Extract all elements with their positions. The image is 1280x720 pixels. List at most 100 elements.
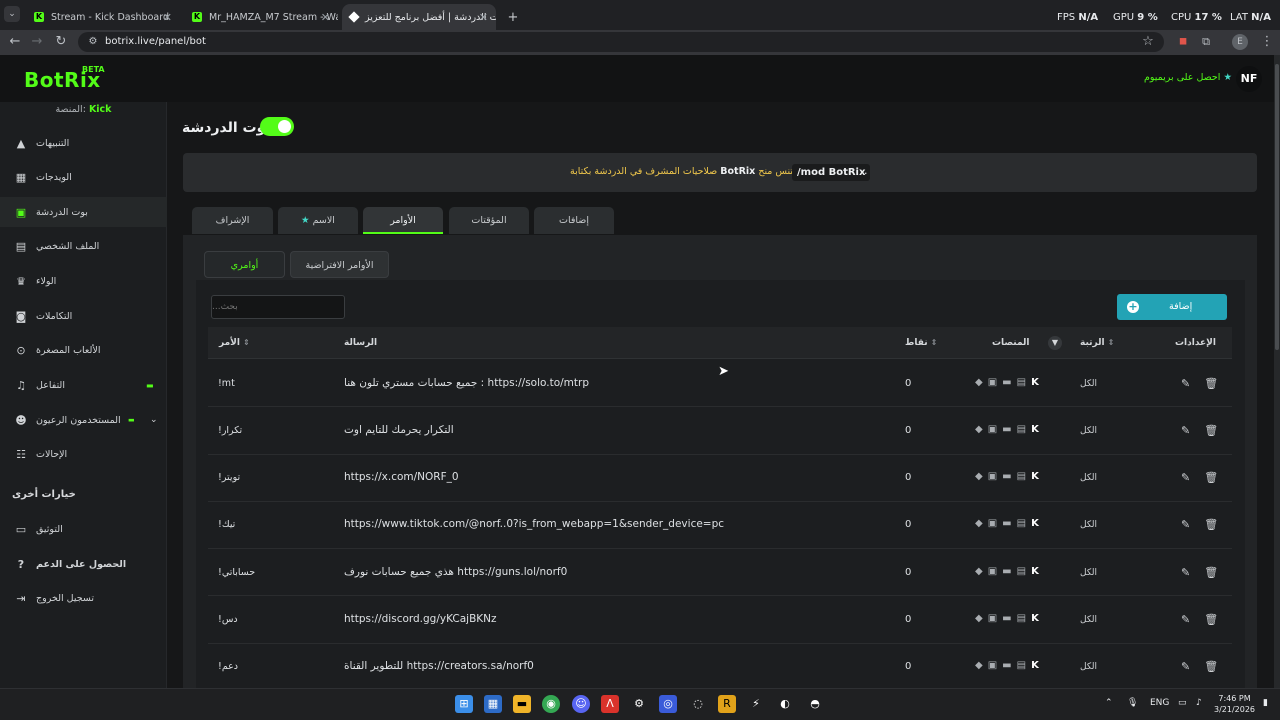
edit-icon[interactable]: ✎: [1181, 377, 1204, 390]
tab-botrix-active[interactable]: بوت الدردشة | أفضل برنامج للتعزيز ✕: [342, 4, 496, 30]
sidebar-item-integrations[interactable]: ◙ التكاملات: [0, 301, 167, 331]
extension-icon[interactable]: ◼: [1174, 33, 1192, 51]
tab-moderation[interactable]: الإشراف: [192, 207, 273, 234]
edit-icon[interactable]: ✎: [1181, 518, 1204, 531]
file-explorer-icon[interactable]: ▬: [513, 695, 531, 713]
command-role: الكل: [1080, 473, 1098, 483]
platform-icons: ◆▣▬▤K: [975, 471, 1039, 482]
row-actions: ✎🗑: [1181, 613, 1232, 626]
scrollbar-thumb[interactable]: [1275, 64, 1279, 350]
sidebar-item-referrals[interactable]: ☷ الإحالات: [0, 439, 167, 469]
notice-middle: صلاحيات المشرف في الدردشة بكتابة: [570, 166, 718, 177]
app-icon[interactable]: ◎: [659, 695, 677, 713]
tab-title: Mr_HAMZA_M7 Stream - Watch: [209, 11, 338, 23]
menu-kebab-icon[interactable]: ⋮: [1258, 33, 1276, 51]
delete-icon[interactable]: 🗑: [1204, 518, 1232, 531]
sidebar-item-minigames[interactable]: ⊙ الألعاب المصغرة: [0, 335, 167, 365]
filter-icon[interactable]: ▼: [1048, 336, 1062, 350]
delete-icon[interactable]: 🗑: [1204, 660, 1232, 673]
column-header-role[interactable]: الرتبة ⇕: [1080, 338, 1114, 348]
subtab-default-commands[interactable]: الأوامر الافتراضية: [290, 251, 389, 278]
volume-icon[interactable]: ♪: [1196, 698, 1202, 708]
sidebar-item-chatbot[interactable]: ▣ بوت الدردشة: [0, 197, 167, 227]
steam-icon[interactable]: ◓: [806, 695, 824, 713]
delete-icon[interactable]: 🗑: [1204, 471, 1232, 484]
sidebar-item-label: الولاء: [36, 275, 57, 287]
sidebar-item-widgets[interactable]: ▦ الويدجات: [0, 162, 167, 192]
sort-icon: ⇕: [243, 338, 250, 347]
sidebar-item-logout[interactable]: ⇥ تسجيل الخروج: [0, 583, 167, 613]
edit-icon[interactable]: ✎: [1181, 566, 1204, 579]
delete-icon[interactable]: 🗑: [1204, 613, 1232, 626]
microphone-icon[interactable]: 🎙: [1127, 698, 1138, 708]
close-icon[interactable]: ✕: [163, 11, 172, 24]
sidebar-item-label: الحصول على الدعم: [36, 558, 127, 570]
tab-addons[interactable]: إضافات: [534, 207, 614, 234]
app-icon[interactable]: Λ: [601, 695, 619, 713]
user-avatar[interactable]: NF: [1236, 66, 1262, 92]
reload-icon[interactable]: ↻: [52, 33, 70, 51]
sidebar-item-sponsored-users[interactable]: ☻ المستخدمون الرعيون ▬ ⌄: [0, 405, 167, 435]
tab-name[interactable]: ★ الاسم: [278, 207, 358, 234]
notifications-icon[interactable]: ▮: [1263, 698, 1268, 708]
chatbot-enable-toggle[interactable]: [260, 117, 294, 136]
taskbar-clock[interactable]: 7:46 PM 3/21/2026: [1214, 693, 1255, 715]
tab-stream-watch[interactable]: K Mr_HAMZA_M7 Stream - Watch ✕: [184, 4, 338, 30]
extensions-puzzle-icon[interactable]: ⧉: [1197, 33, 1215, 51]
network-icon[interactable]: ▭: [1178, 698, 1187, 708]
column-header-command[interactable]: الأمر ⇕: [219, 338, 250, 348]
rockstar-icon[interactable]: R: [718, 695, 736, 713]
edit-icon[interactable]: ✎: [1181, 424, 1204, 437]
tab-commands[interactable]: الأوامر: [363, 207, 443, 234]
delete-icon[interactable]: 🗑: [1204, 566, 1232, 579]
site-info-icon[interactable]: ⚙: [84, 33, 102, 51]
sidebar-item-profile[interactable]: ▤ الملف الشخصي: [0, 231, 167, 261]
subtab-my-commands[interactable]: أوامري: [204, 251, 285, 278]
edit-icon[interactable]: ✎: [1181, 471, 1204, 484]
profile-avatar[interactable]: E: [1232, 34, 1248, 50]
close-icon[interactable]: ✕: [321, 11, 330, 24]
sidebar-item-alerts[interactable]: ▲ التنبيهات: [0, 128, 167, 158]
discord-icon[interactable]: ☺: [572, 695, 590, 713]
chrome-icon[interactable]: ◉: [542, 695, 560, 713]
edit-icon[interactable]: ✎: [1181, 660, 1204, 673]
cpu-metric: CPU 17 %: [1171, 12, 1222, 23]
youtube-icon: ▬: [1002, 660, 1017, 671]
sidebar-item-interaction[interactable]: ♫ التفاعل ▬: [0, 370, 167, 400]
platform-icons: ◆▣▬▤K: [975, 424, 1039, 435]
music-icon: ♫: [16, 378, 26, 392]
sidebar-item-support[interactable]: ? الحصول على الدعم: [0, 549, 167, 579]
get-premium-link[interactable]: ★ احصل على بريميوم: [1144, 72, 1232, 83]
delete-icon[interactable]: 🗑: [1204, 377, 1232, 390]
address-bar[interactable]: botrix.live/panel/bot: [78, 32, 1164, 52]
store-icon[interactable]: ▦: [484, 695, 502, 713]
kick-icon: K: [1031, 566, 1039, 577]
back-icon[interactable]: ←: [6, 33, 24, 51]
row-actions: ✎🗑: [1181, 377, 1232, 390]
bookmark-star-icon[interactable]: ☆: [1139, 33, 1157, 51]
sidebar-item-docs[interactable]: ▭ التوثيق: [0, 514, 167, 544]
new-tab-button[interactable]: +: [503, 4, 523, 30]
page-title: بوت الدردشة: [182, 120, 271, 136]
tab-timers[interactable]: المؤقتات: [449, 207, 529, 234]
sidebar-item-loyalty[interactable]: ♛ الولاء: [0, 266, 167, 296]
delete-icon[interactable]: 🗑: [1204, 424, 1232, 437]
tab-kick-dashboard[interactable]: K Stream - Kick Dashboard ✕: [26, 4, 180, 30]
edit-icon[interactable]: ✎: [1181, 613, 1204, 626]
tab-search-icon[interactable]: ⌄: [4, 6, 20, 22]
ghost-icon: ◆: [975, 613, 988, 624]
app-icon[interactable]: ◐: [776, 695, 794, 713]
chevron-down-icon[interactable]: ⌄: [150, 415, 158, 425]
language-indicator[interactable]: ENG: [1150, 698, 1169, 708]
windows-start-icon[interactable]: ⊞: [455, 695, 473, 713]
search-input[interactable]: [211, 295, 345, 319]
column-header-points[interactable]: نقاط ⇕: [905, 338, 937, 348]
add-command-button[interactable]: + إضافة: [1117, 294, 1227, 320]
platform-icons: ◆▣▬▤K: [975, 518, 1039, 529]
steam-helper-icon[interactable]: ⚙: [630, 695, 648, 713]
close-icon[interactable]: ✕: [479, 11, 488, 24]
app-icon[interactable]: ◌: [689, 695, 707, 713]
tray-chevron-icon[interactable]: ⌃: [1105, 698, 1113, 708]
forward-icon[interactable]: →: [28, 33, 46, 51]
app-icon[interactable]: ⚡: [747, 695, 765, 713]
